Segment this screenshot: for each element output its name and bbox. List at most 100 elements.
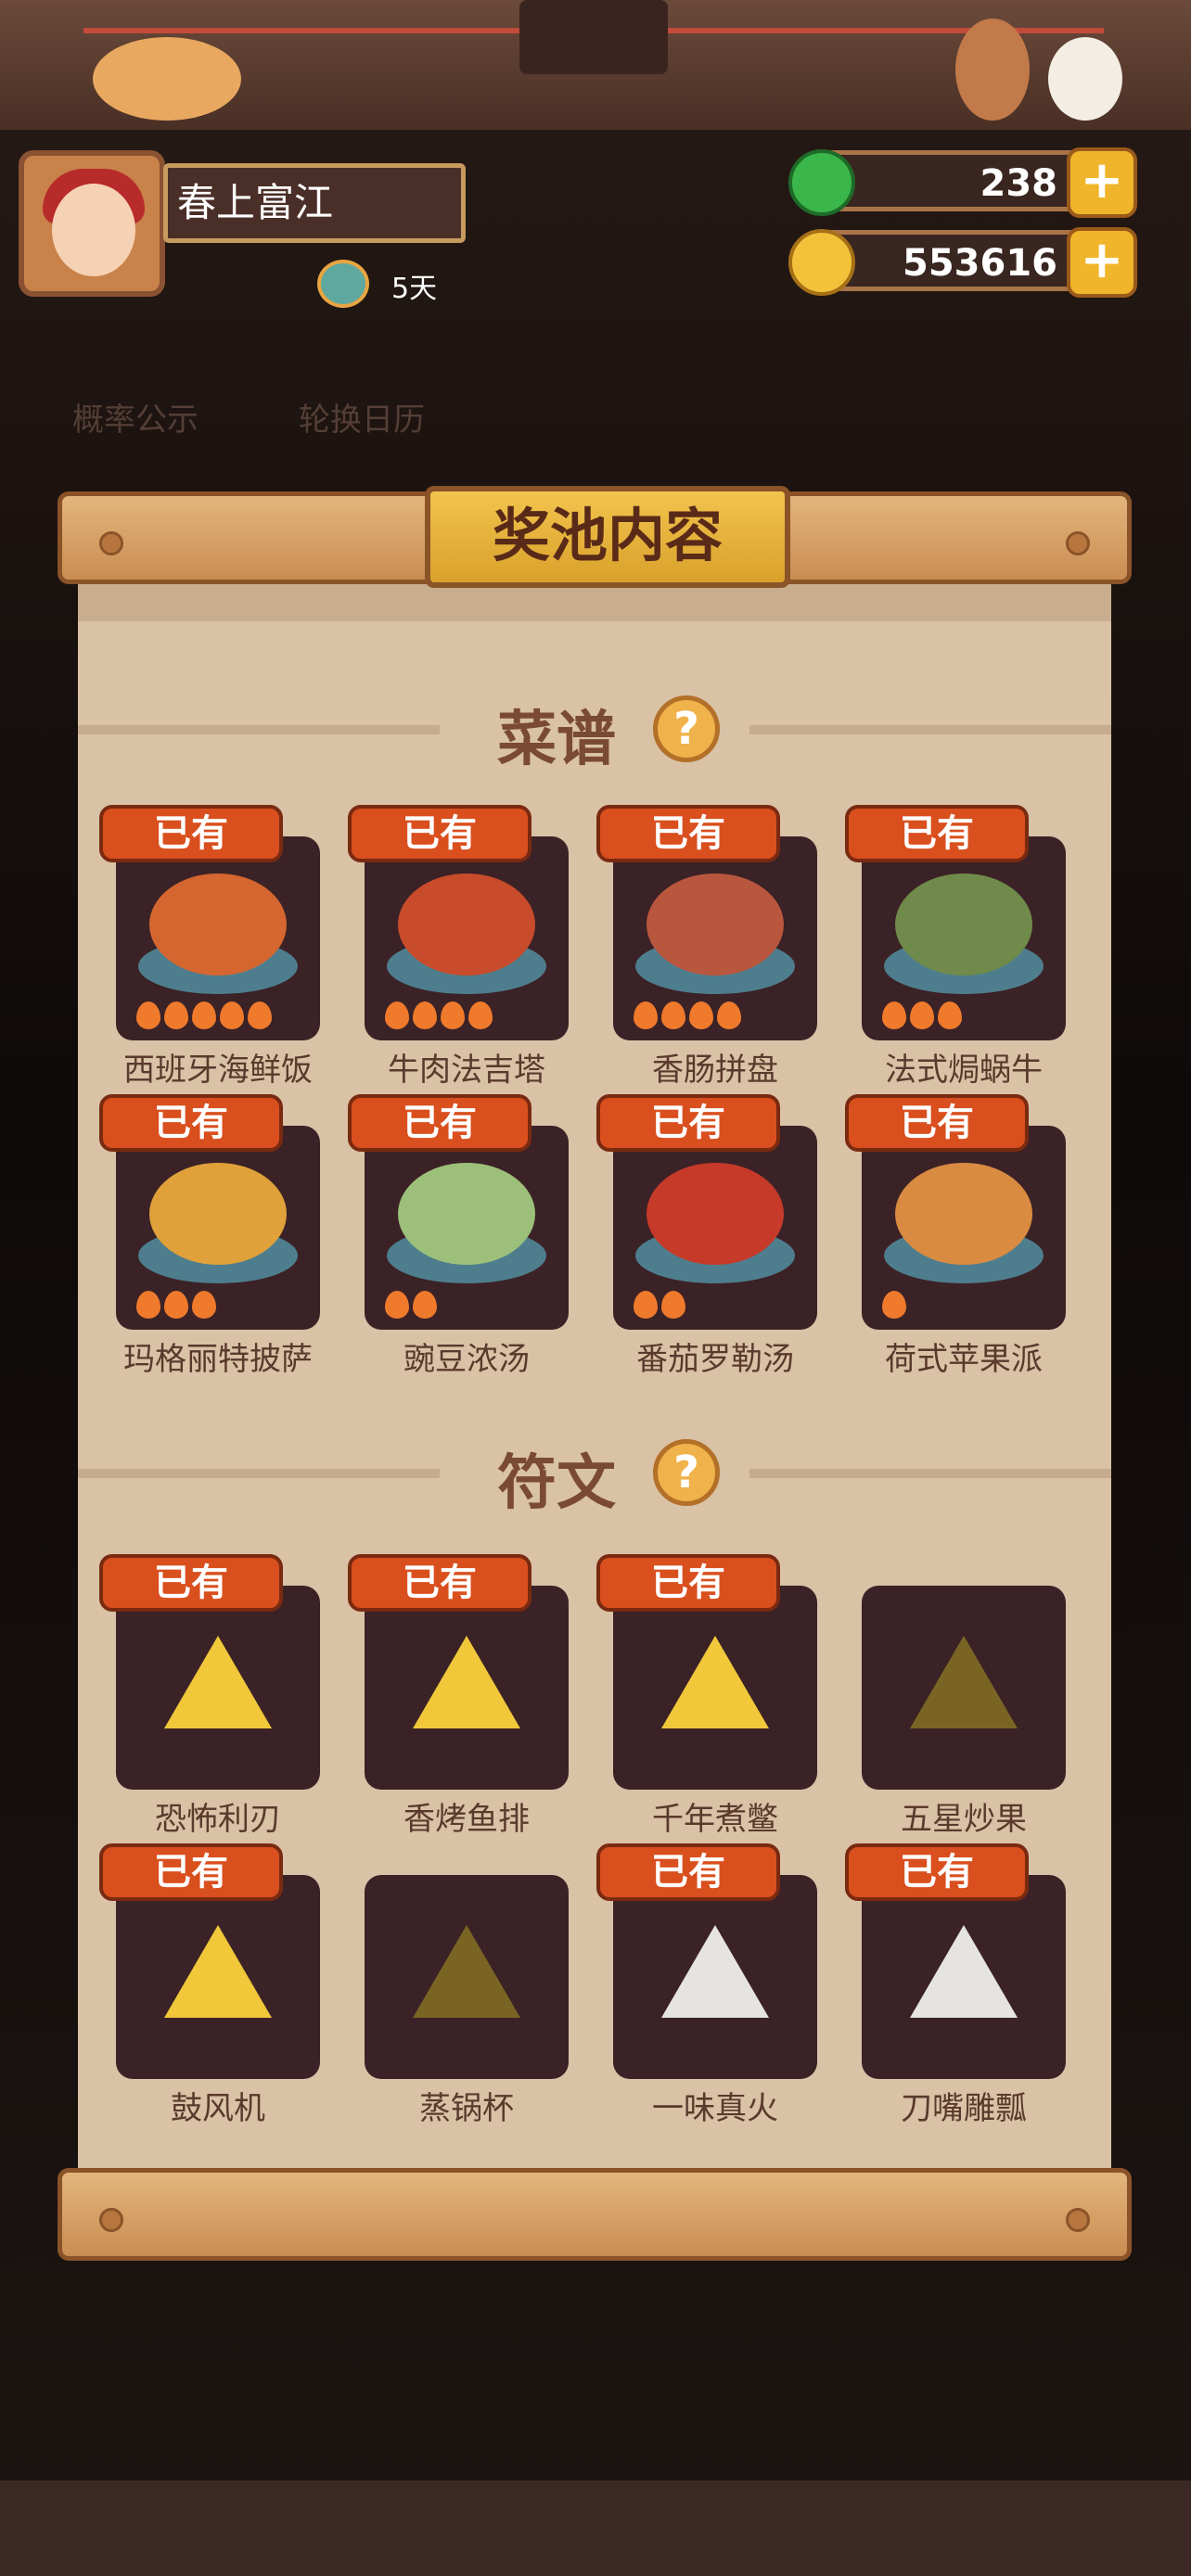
dish-image (895, 1163, 1032, 1265)
dish-image (149, 874, 287, 976)
flame-icon (882, 1291, 906, 1319)
recipe-card[interactable]: 已有 (99, 805, 320, 1040)
recipe-name: 荷式苹果派 (885, 1341, 1043, 1378)
dish-image (647, 1163, 784, 1265)
owned-badge: 已有 (845, 805, 1029, 862)
bottom-bar (0, 2480, 1191, 2576)
owned-badge: 已有 (596, 1843, 780, 1901)
flame-icon (413, 1001, 437, 1029)
flame-icon (385, 1001, 409, 1029)
rune-triangle-icon (413, 1925, 520, 2018)
rune-card[interactable]: 已有 (99, 1843, 320, 2079)
flame-icon (136, 1001, 160, 1029)
jade-amount: 238 (980, 162, 1058, 205)
rarity-flames (385, 1291, 441, 1319)
runes-section-header: 符文 ? (78, 1430, 1111, 1518)
recipe-card[interactable]: 已有 (845, 805, 1066, 1040)
rune-name: 恐怖利刃 (155, 1801, 281, 1838)
recipe-name: 玛格丽特披萨 (123, 1341, 313, 1378)
flame-icon (413, 1291, 437, 1319)
rarity-flames (136, 1001, 275, 1029)
rarity-flames (634, 1001, 745, 1029)
rune-card[interactable]: 已有 (348, 1554, 569, 1790)
recipe-name: 香肠拼盘 (652, 1052, 778, 1089)
add-jade-button[interactable]: + (1067, 147, 1137, 218)
flame-icon (164, 1001, 188, 1029)
coin-amount: 553616 (903, 242, 1057, 285)
rarity-flames (136, 1291, 220, 1319)
probability-button[interactable]: 概率公示 (72, 394, 198, 440)
recipes-heading: 菜谱 (497, 706, 616, 774)
recipe-card[interactable]: 已有 (596, 805, 817, 1040)
flame-icon (385, 1291, 409, 1319)
recipe-card[interactable]: 已有 (596, 1094, 817, 1330)
add-coin-button[interactable]: + (1067, 227, 1137, 298)
recipe-card[interactable]: 已有 (348, 1094, 569, 1330)
rune-card[interactable]: 已有 (596, 1843, 817, 2079)
dish-image (895, 874, 1032, 976)
flame-icon (634, 1001, 658, 1029)
owned-badge: 已有 (99, 1554, 283, 1612)
owned-badge: 已有 (99, 1094, 283, 1152)
flame-icon (882, 1001, 906, 1029)
owned-badge: 已有 (845, 1843, 1029, 1901)
rune-name: 一味真火 (652, 2090, 778, 2127)
flame-icon (938, 1001, 962, 1029)
dish-image (398, 874, 535, 976)
recipe-card[interactable]: 已有 (348, 805, 569, 1040)
flame-icon (164, 1291, 188, 1319)
rune-card[interactable]: 已有 (596, 1554, 817, 1790)
flame-icon (468, 1001, 493, 1029)
rarity-flames (882, 1291, 910, 1319)
flame-icon (441, 1001, 465, 1029)
rune-name: 五星炒果 (901, 1801, 1027, 1838)
rune-name: 蒸锅杯 (419, 2090, 514, 2127)
rarity-flames (634, 1291, 689, 1319)
rune-triangle-icon (661, 1636, 769, 1728)
rune-card[interactable] (862, 1586, 1066, 1790)
dish-image (149, 1163, 287, 1265)
hanging-sign-decoration (519, 0, 668, 74)
reward-pool-panel[interactable]: 菜谱 ? 已有 西班牙海鲜饭 已有 牛肉法吉塔 已有 香肠拼盘 已有 法式焗蜗牛 已有 玛格丽特披… (78, 584, 1111, 2168)
rune-card[interactable] (365, 1875, 569, 2079)
player-avatar[interactable] (19, 150, 165, 297)
rune-triangle-icon (910, 1636, 1018, 1728)
flame-icon (661, 1001, 685, 1029)
recipe-card[interactable]: 已有 (845, 1094, 1066, 1330)
flame-icon (634, 1291, 658, 1319)
recipes-section-header: 菜谱 ? (78, 686, 1111, 774)
rune-triangle-icon (164, 1636, 272, 1728)
owned-badge: 已有 (99, 1843, 283, 1901)
owned-badge: 已有 (99, 805, 283, 862)
rune-card[interactable]: 已有 (99, 1554, 320, 1790)
rarity-flames (882, 1001, 966, 1029)
recipe-name: 番茄罗勒汤 (636, 1341, 794, 1378)
owned-badge: 已有 (845, 1094, 1029, 1152)
dish-image (647, 874, 784, 976)
scroll-bottom-roller (58, 2168, 1132, 2261)
rune-card[interactable]: 已有 (845, 1843, 1066, 2079)
rune-triangle-icon (910, 1925, 1018, 2018)
recipe-name: 豌豆浓汤 (403, 1341, 530, 1378)
top-scene-bar (0, 0, 1191, 134)
flame-icon (192, 1001, 216, 1029)
flame-icon (661, 1291, 685, 1319)
days-remaining: 5天 (391, 273, 438, 305)
owned-badge: 已有 (348, 1094, 531, 1152)
runes-heading: 符文 (497, 1449, 616, 1518)
jade-icon (788, 149, 855, 216)
calendar-button[interactable]: 轮换日历 (299, 394, 425, 440)
flame-icon (248, 1001, 272, 1029)
recipes-help-button[interactable]: ? (653, 695, 720, 762)
recipe-card[interactable]: 已有 (99, 1094, 320, 1330)
rune-name: 香烤鱼排 (403, 1801, 530, 1838)
cat-white-decoration (1048, 37, 1122, 121)
owned-badge: 已有 (348, 1554, 531, 1612)
runes-help-button[interactable]: ? (653, 1439, 720, 1506)
rune-triangle-icon (164, 1925, 272, 2018)
owned-badge: 已有 (596, 1554, 780, 1612)
rune-name: 千年煮鳖 (652, 1801, 778, 1838)
rune-name: 鼓风机 (171, 2090, 265, 2127)
coin-icon (788, 229, 855, 296)
flame-icon (717, 1001, 741, 1029)
